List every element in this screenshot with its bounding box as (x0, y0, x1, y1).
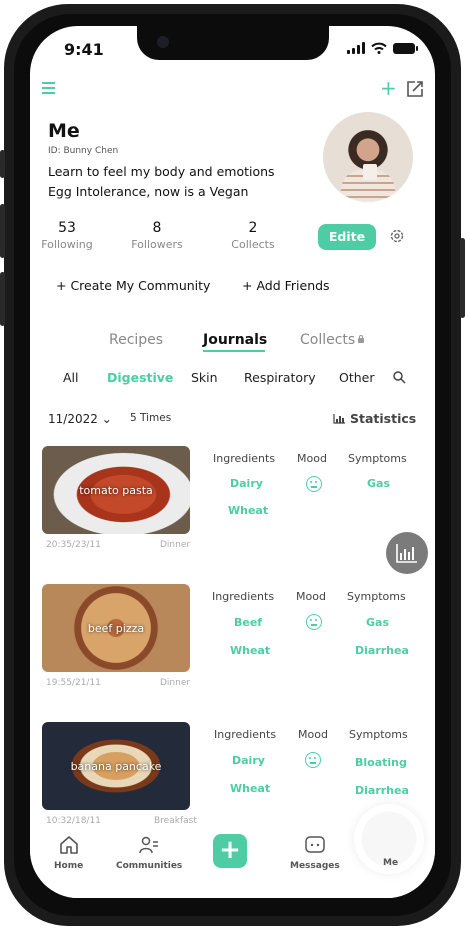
profile-bio-line1: Learn to feel my body and emotions (48, 164, 275, 179)
volume-down-button (0, 272, 5, 326)
symptoms-header: Symptoms (347, 590, 406, 603)
journal-entry[interactable]: tomato pasta 20:35/23/11 Dinner Ingredie… (42, 446, 422, 576)
symptoms-header: Symptoms (349, 728, 408, 741)
profile-bio-line2: Egg Intolerance, now is a Vegan (48, 184, 249, 199)
entry-meal: Dinner (160, 678, 191, 688)
nav-communities[interactable]: Communities (116, 834, 182, 871)
share-icon[interactable] (406, 80, 424, 98)
food-title: beef pizza (87, 622, 145, 635)
active-tab-indicator (203, 350, 265, 352)
message-icon (305, 836, 325, 853)
ingredient-tag: Dairy (232, 754, 265, 767)
tab-journals[interactable]: Journals (203, 332, 267, 348)
statistics-fab[interactable] (386, 532, 428, 574)
nav-home[interactable]: Home (54, 834, 83, 871)
food-photo: tomato pasta (42, 446, 190, 534)
tab-collects[interactable]: Collects (300, 332, 365, 348)
ingredient-tag: Wheat (230, 644, 271, 657)
ingredient-tag: Wheat (230, 782, 271, 795)
food-photo: beef pizza (42, 584, 190, 672)
symptoms-header: Symptoms (348, 452, 407, 465)
entry-meal: Dinner (160, 540, 191, 550)
symptom-tag: Bloating (355, 756, 407, 769)
filter-other[interactable]: Other (339, 370, 375, 385)
status-time: 9:41 (64, 40, 104, 59)
ingredients-header: Ingredients (212, 590, 275, 603)
symptom-tag: Diarrhea (355, 784, 409, 797)
symptom-tag: Diarrhea (355, 644, 409, 657)
chart-icon (396, 544, 417, 563)
notch (137, 26, 329, 60)
nav-messages[interactable]: Messages (290, 834, 340, 871)
ingredients-header: Ingredients (214, 728, 277, 741)
home-icon (59, 836, 78, 854)
symptom-tag: Gas (366, 616, 389, 629)
nav-me[interactable]: Me (383, 858, 398, 868)
symptom-tag: Gas (367, 477, 390, 490)
entry-count: 5 Times (130, 412, 172, 424)
volume-up-button (0, 204, 5, 258)
ingredient-tag: Beef (234, 616, 263, 629)
profile-id: ID: Bunny Chen (48, 146, 119, 156)
power-button (460, 238, 465, 318)
mood-header: Mood (297, 452, 327, 465)
food-photo: banana pancake (42, 722, 190, 810)
battery-icon (393, 42, 418, 54)
journal-entry[interactable]: beef pizza 19:55/21/11 Dinner Ingredient… (42, 584, 422, 714)
mood-sad-icon (305, 752, 321, 768)
entry-meal: Breakfast (154, 816, 197, 826)
filter-respiratory[interactable]: Respiratory (244, 370, 316, 385)
gear-icon[interactable] (389, 228, 405, 244)
avatar[interactable] (323, 112, 413, 202)
stat-collects[interactable]: 2 Collects (218, 220, 288, 251)
add-icon[interactable]: + (380, 78, 397, 98)
chevron-down-icon: ⌄ (101, 412, 112, 426)
month-selector[interactable]: 11/2022 ⌄ (48, 412, 112, 426)
mood-neutral-icon (306, 614, 322, 630)
ingredient-tag: Wheat (228, 504, 269, 517)
mood-header: Mood (298, 728, 328, 741)
search-icon[interactable] (392, 370, 406, 384)
tab-recipes[interactable]: Recipes (109, 332, 163, 348)
profile-name: Me (48, 120, 80, 142)
create-community-button[interactable]: + Create My Community (56, 278, 210, 293)
stat-followers[interactable]: 8 Followers (122, 220, 192, 251)
entry-time: 19:55/21/11 (46, 678, 101, 688)
add-entry-button[interactable]: + (213, 834, 247, 868)
status-icons (347, 42, 418, 54)
filter-digestive[interactable]: Digestive (107, 370, 173, 385)
entry-time: 10:32/18/11 (46, 816, 101, 826)
ingredient-tag: Dairy (230, 477, 263, 490)
signal-icon (347, 42, 365, 54)
food-title: banana pancake (70, 760, 162, 773)
bar-chart-icon (333, 414, 345, 424)
statistics-button[interactable]: Statistics (333, 411, 416, 426)
wifi-icon (371, 42, 387, 54)
food-title: tomato pasta (79, 484, 153, 497)
edit-button[interactable]: Edite (318, 224, 376, 250)
add-friends-button[interactable]: + Add Friends (242, 278, 330, 293)
camera-icon (157, 36, 169, 48)
mute-switch (0, 150, 5, 178)
menu-icon[interactable] (42, 82, 55, 97)
app-screen: 9:41 + Me ID: Bunny Chen Learn to feel m… (30, 26, 435, 898)
filter-skin[interactable]: Skin (191, 370, 218, 385)
lock-icon (358, 335, 365, 343)
entry-time: 20:35/23/11 (46, 540, 101, 550)
filter-all[interactable]: All (63, 370, 79, 385)
mood-header: Mood (296, 590, 326, 603)
stat-following[interactable]: 53 Following (32, 220, 102, 251)
ingredients-header: Ingredients (213, 452, 276, 465)
people-icon (139, 836, 159, 854)
mood-neutral-icon (306, 476, 322, 492)
